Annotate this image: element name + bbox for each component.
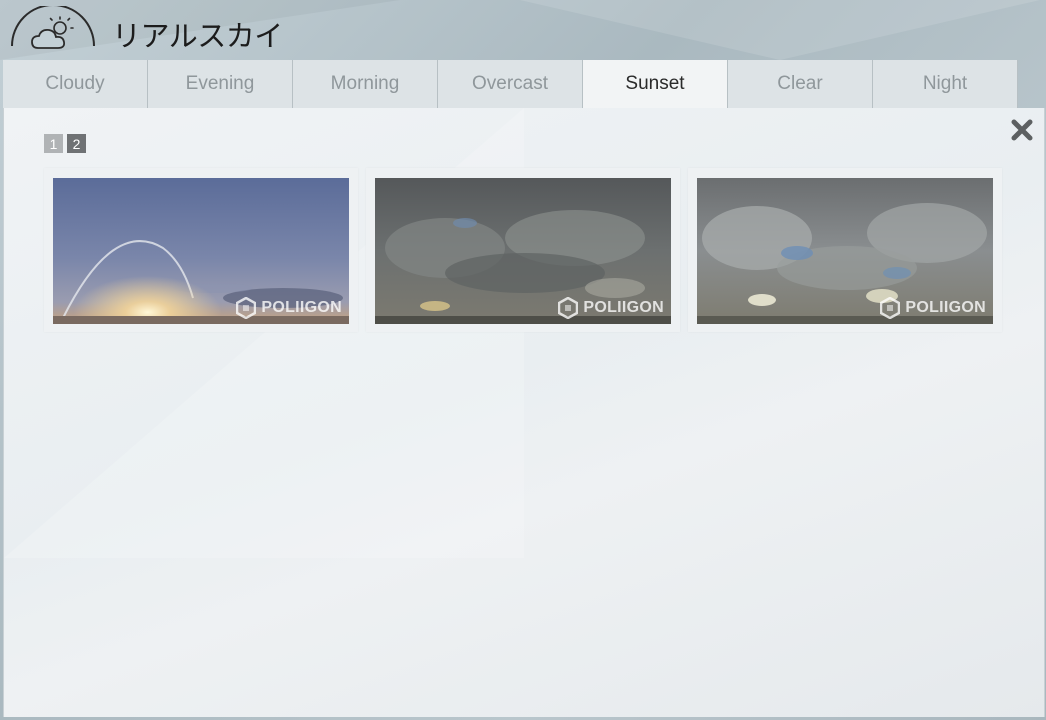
watermark: POLIIGON	[236, 297, 342, 319]
watermark-text: POLIIGON	[583, 299, 664, 316]
page-1-button[interactable]: 1	[44, 134, 63, 153]
sky-image: POLIIGON	[697, 178, 993, 324]
category-tabs: Cloudy Evening Morning Overcast Sunset C…	[3, 60, 1018, 108]
tab-overcast[interactable]: Overcast	[438, 60, 583, 108]
tab-cloudy[interactable]: Cloudy	[3, 60, 148, 108]
tab-morning[interactable]: Morning	[293, 60, 438, 108]
sky-thumbnail-2[interactable]: POLIIGON	[366, 168, 680, 332]
app-title: リアルスカイ	[112, 19, 283, 53]
poliigon-logo-icon	[880, 297, 901, 319]
watermark-text: POLIIGON	[905, 299, 986, 316]
sky-thumbnail-3[interactable]: POLIIGON	[688, 168, 1002, 332]
watermark: POLIIGON	[880, 297, 986, 319]
content-panel: 1 2 POLIIGON POLIIGON POLIIGON	[3, 108, 1045, 717]
close-icon[interactable]	[1010, 118, 1034, 142]
watermark: POLIIGON	[558, 297, 664, 319]
cloud-sun-icon	[10, 4, 96, 60]
poliigon-logo-icon	[558, 297, 579, 319]
tab-sunset[interactable]: Sunset	[583, 60, 728, 108]
tab-night[interactable]: Night	[873, 60, 1018, 108]
sky-image: POLIIGON	[53, 178, 349, 324]
tab-clear[interactable]: Clear	[728, 60, 873, 108]
page-2-button[interactable]: 2	[67, 134, 86, 153]
sky-thumbnail-1[interactable]: POLIIGON	[44, 168, 358, 332]
tab-evening[interactable]: Evening	[148, 60, 293, 108]
header: リアルスカイ	[0, 0, 1046, 60]
sky-image: POLIIGON	[375, 178, 671, 324]
poliigon-logo-icon	[236, 297, 257, 319]
watermark-text: POLIIGON	[261, 299, 342, 316]
pager: 1 2	[44, 134, 86, 153]
